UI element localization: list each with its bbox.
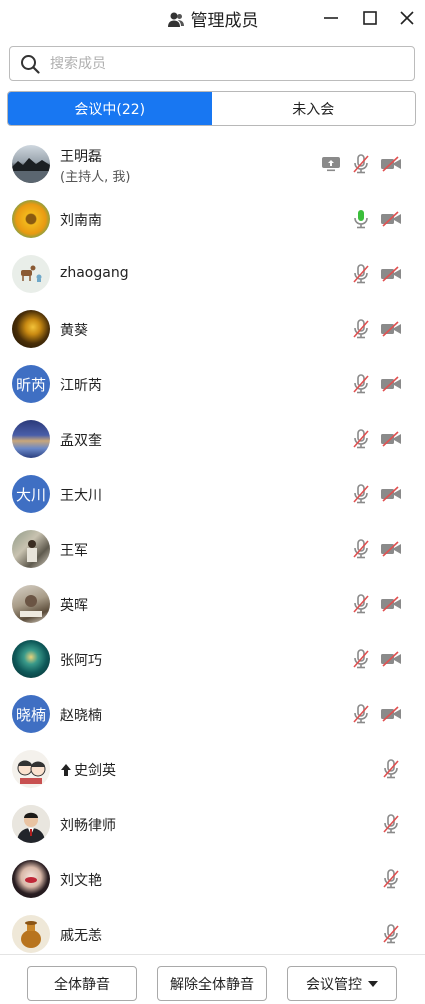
avatar xyxy=(12,530,50,568)
member-name: 刘南南 xyxy=(60,213,102,229)
member-row[interactable]: 刘文艳 xyxy=(0,851,425,906)
window-title: 管理成员 xyxy=(190,11,259,31)
unmute-all-button[interactable]: 解除全体静音 xyxy=(157,966,267,1001)
mic-muted-icon[interactable] xyxy=(350,153,372,175)
footer-bar: 全体静音 解除全体静音 会议管控 xyxy=(0,954,425,1004)
avatar xyxy=(12,585,50,623)
people-icon xyxy=(167,11,185,34)
camera-off-icon[interactable] xyxy=(380,703,402,725)
camera-off-icon[interactable] xyxy=(380,483,402,505)
camera-off-icon[interactable] xyxy=(380,593,402,615)
camera-off-icon[interactable] xyxy=(380,153,402,175)
meeting-control-button[interactable]: 会议管控 xyxy=(287,966,397,1001)
member-name: 黄葵 xyxy=(60,323,88,339)
member-row[interactable]: 王明磊 (主持人, 我) xyxy=(0,136,425,191)
member-name: 刘畅律师 xyxy=(60,818,116,834)
minimize-button[interactable] xyxy=(319,6,343,30)
member-row[interactable]: 昕芮 江昕芮 xyxy=(0,356,425,411)
avatar xyxy=(12,915,50,953)
mic-muted-icon[interactable] xyxy=(350,263,372,285)
caret-down-icon xyxy=(368,980,378,987)
avatar xyxy=(12,805,50,843)
camera-off-icon[interactable] xyxy=(380,648,402,670)
member-row[interactable]: 晓楠 赵晓楠 xyxy=(0,686,425,741)
member-row[interactable]: 大川 王大川 xyxy=(0,466,425,521)
avatar xyxy=(12,145,50,183)
maximize-icon xyxy=(363,11,377,25)
mic-muted-icon[interactable] xyxy=(380,758,402,780)
search-icon xyxy=(21,54,40,74)
member-row[interactable]: 刘畅律师 xyxy=(0,796,425,851)
screen-share-icon xyxy=(320,153,342,175)
member-name: 孟双奎 xyxy=(60,433,102,449)
member-name: zhaogang xyxy=(60,265,129,281)
mic-muted-icon[interactable] xyxy=(350,428,372,450)
mic-muted-icon[interactable] xyxy=(350,703,372,725)
member-name: 王明磊 xyxy=(60,149,102,165)
member-row[interactable]: 张阿巧 xyxy=(0,631,425,686)
meeting-control-label: 会议管控 xyxy=(306,976,362,993)
member-name: 戚无恙 xyxy=(60,928,102,944)
member-row[interactable]: 黄葵 xyxy=(0,301,425,356)
avatar-initials: 昕芮 xyxy=(12,365,50,403)
tab-not-joined[interactable]: 未入会 xyxy=(211,92,415,125)
search-box[interactable] xyxy=(9,46,415,81)
avatar xyxy=(12,255,50,293)
avatar xyxy=(12,310,50,348)
member-row[interactable]: 王军 xyxy=(0,521,425,576)
camera-off-icon[interactable] xyxy=(380,208,402,230)
avatar-initials: 大川 xyxy=(12,475,50,513)
member-name: 赵晓楠 xyxy=(60,708,102,724)
avatar-initials: 晓楠 xyxy=(12,695,50,733)
tab-in-meeting[interactable]: 会议中(22) xyxy=(8,92,212,125)
avatar xyxy=(12,640,50,678)
member-name-wrap: 史剑英 xyxy=(60,760,116,781)
member-row[interactable]: 孟双奎 xyxy=(0,411,425,466)
avatar xyxy=(12,750,50,788)
title-bar: 管理成员 xyxy=(0,0,425,36)
mic-muted-icon[interactable] xyxy=(350,318,372,340)
mic-muted-icon[interactable] xyxy=(380,868,402,890)
camera-off-icon[interactable] xyxy=(380,538,402,560)
member-row[interactable]: zhaogang xyxy=(0,246,425,301)
mic-muted-icon[interactable] xyxy=(350,538,372,560)
member-name: 英晖 xyxy=(60,598,88,614)
mute-all-button[interactable]: 全体静音 xyxy=(27,966,137,1001)
member-row[interactable]: 史剑英 xyxy=(0,741,425,796)
member-row[interactable]: 刘南南 xyxy=(0,191,425,246)
close-icon xyxy=(400,11,414,25)
minimize-icon xyxy=(324,17,338,19)
mic-muted-icon[interactable] xyxy=(350,373,372,395)
mic-muted-icon[interactable] xyxy=(380,923,402,945)
mic-muted-icon[interactable] xyxy=(380,813,402,835)
camera-off-icon[interactable] xyxy=(380,428,402,450)
member-name: 江昕芮 xyxy=(60,378,102,394)
member-name: 史剑英 xyxy=(74,763,116,779)
member-row[interactable]: 戚无恙 xyxy=(0,906,425,954)
mic-muted-icon[interactable] xyxy=(350,483,372,505)
camera-off-icon[interactable] xyxy=(380,318,402,340)
raised-hand-icon xyxy=(60,763,72,781)
camera-off-icon[interactable] xyxy=(380,263,402,285)
camera-off-icon[interactable] xyxy=(380,373,402,395)
member-name: 王大川 xyxy=(60,488,102,504)
search-input[interactable] xyxy=(50,55,380,72)
mic-muted-icon[interactable] xyxy=(350,593,372,615)
member-name: 刘文艳 xyxy=(60,873,102,889)
avatar xyxy=(12,420,50,458)
member-role: (主持人, 我) xyxy=(60,170,131,185)
close-button[interactable] xyxy=(395,6,419,30)
member-list: 王明磊 (主持人, 我) 刘南南 zhaogang 黄葵 昕芮 江昕芮 孟双奎 … xyxy=(0,136,425,954)
mic-muted-icon[interactable] xyxy=(350,648,372,670)
mic-on-icon[interactable] xyxy=(350,208,372,230)
avatar xyxy=(12,200,50,238)
member-name: 王军 xyxy=(60,543,88,559)
member-row[interactable]: 英晖 xyxy=(0,576,425,631)
avatar xyxy=(12,860,50,898)
maximize-button[interactable] xyxy=(358,6,382,30)
member-tabs: 会议中(22) 未入会 xyxy=(7,91,416,126)
member-name: 张阿巧 xyxy=(60,653,102,669)
